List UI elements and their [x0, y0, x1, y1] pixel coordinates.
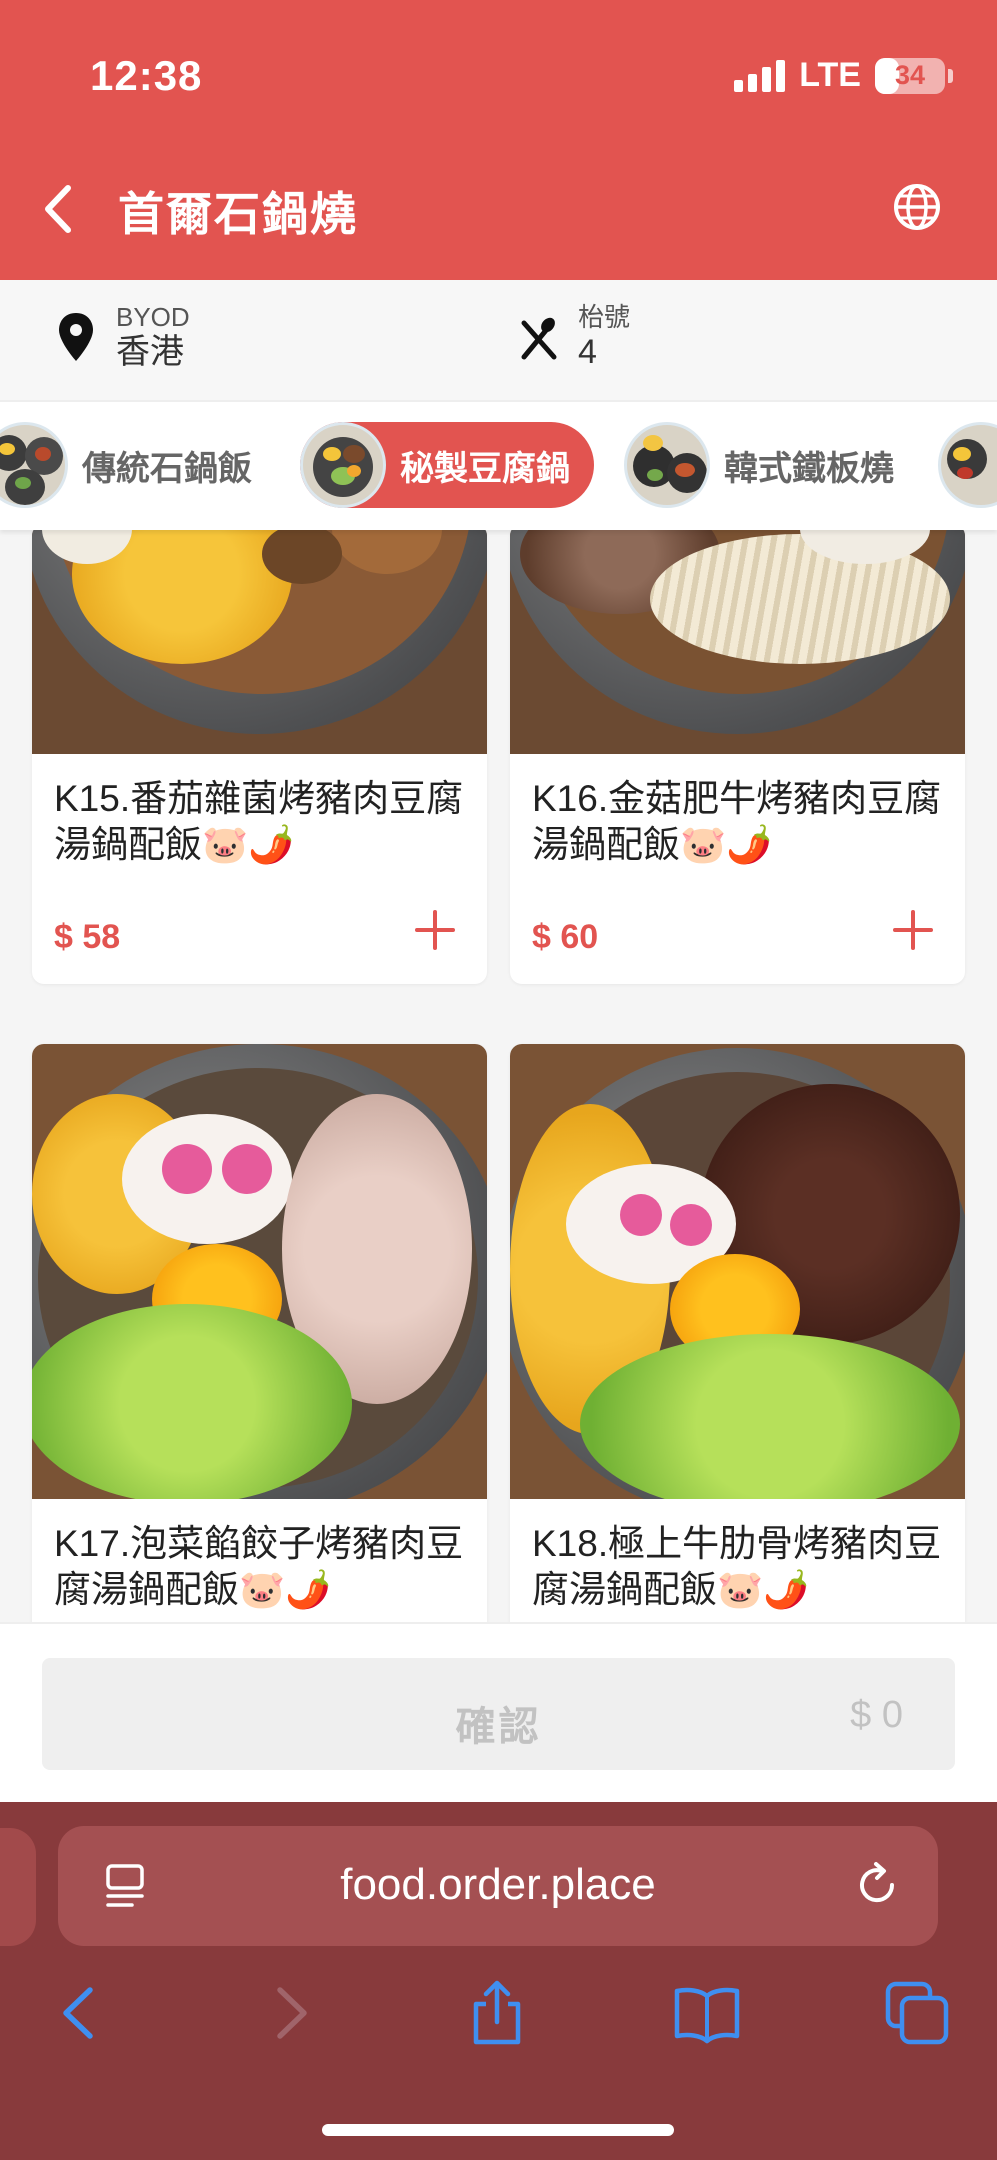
- add-to-cart-button[interactable]: [413, 908, 457, 952]
- menu-item-card[interactable]: K16.金菇肥牛烤豬肉豆腐湯鍋配飯🐷🌶️ $ 60: [510, 530, 965, 984]
- forward-arrow-icon[interactable]: [256, 1978, 326, 2048]
- menu-item-price: $ 60: [532, 918, 599, 956]
- location-name: 香港: [116, 333, 184, 371]
- home-indicator[interactable]: [322, 2124, 674, 2136]
- category-tab-traditional[interactable]: 傳統石鍋飯: [0, 422, 252, 508]
- category-thumbnail: [0, 422, 68, 508]
- browser-toolbar: food.order.place: [0, 1802, 997, 2160]
- url-text: food.order.place: [340, 1860, 656, 1909]
- menu-item-card[interactable]: K15.番茄雜菌烤豬肉豆腐湯鍋配飯🐷🌶️ $ 58: [32, 530, 487, 984]
- category-label: 秘製豆腐鍋: [400, 449, 570, 488]
- table-sub: 枱號: [578, 302, 631, 332]
- food-photo: [510, 1044, 965, 1499]
- status-time: 12:38: [90, 52, 203, 99]
- battery-percent: 34: [894, 60, 926, 90]
- address-bar[interactable]: food.order.place: [58, 1826, 938, 1946]
- category-label: 韓式鐵板燒: [724, 449, 894, 488]
- menu-item-card[interactable]: K18.極上牛肋骨烤豬肉豆腐湯鍋配飯🐷🌶️: [510, 1044, 965, 1622]
- previous-tab-edge[interactable]: [0, 1828, 36, 1946]
- menu-item-name: K16.金菇肥牛烤豬肉豆腐湯鍋配飯🐷🌶️: [532, 778, 942, 865]
- status-indicators: LTE 34: [734, 56, 953, 95]
- category-label: 傳統石鍋飯: [82, 449, 252, 488]
- globe-icon[interactable]: [892, 182, 942, 232]
- chevron-left-icon[interactable]: [38, 182, 78, 236]
- page-title: 首爾石鍋燒: [118, 188, 358, 240]
- category-thumbnail: [938, 422, 997, 508]
- network-label: LTE: [799, 56, 861, 94]
- menu-item-name: K17.泡菜餡餃子烤豬肉豆腐湯鍋配飯🐷🌶️: [54, 1523, 464, 1610]
- confirm-button[interactable]: 確認 $ 0: [42, 1658, 955, 1770]
- order-info-bar: BYOD 香港 枱號 4: [0, 280, 997, 402]
- battery-icon: 34: [875, 57, 953, 94]
- category-thumbnail: [300, 422, 386, 508]
- location-info: BYOD 香港: [56, 302, 190, 372]
- category-tab-teppanyaki[interactable]: 韓式鐵板燒: [624, 422, 894, 508]
- map-pin-icon: [59, 313, 93, 361]
- menu-item-name: K15.番茄雜菌烤豬肉豆腐湯鍋配飯🐷🌶️: [54, 778, 464, 865]
- category-thumbnail: [624, 422, 710, 508]
- utensils-icon: [521, 317, 557, 360]
- food-photo: [32, 1044, 487, 1499]
- table-number: 4: [578, 333, 597, 371]
- category-tabs: 傳統石鍋飯 秘製豆腐鍋 韓式鐵板燒: [0, 402, 997, 530]
- checkout-bar: 確認 $ 0: [0, 1622, 997, 1802]
- share-icon[interactable]: [462, 1978, 532, 2048]
- app-header: 12:38 LTE 34 首爾石鍋燒: [0, 0, 997, 280]
- add-to-cart-button[interactable]: [891, 908, 935, 952]
- reload-icon[interactable]: [852, 1860, 902, 1910]
- category-tab-more[interactable]: [938, 422, 997, 508]
- menu-item-name: K18.極上牛肋骨烤豬肉豆腐湯鍋配飯🐷🌶️: [532, 1523, 942, 1610]
- location-sub: BYOD: [116, 302, 190, 332]
- menu-item-card[interactable]: K17.泡菜餡餃子烤豬肉豆腐湯鍋配飯🐷🌶️: [32, 1044, 487, 1622]
- back-arrow-icon[interactable]: [44, 1978, 114, 2048]
- food-photo: [32, 530, 487, 754]
- signal-icon: [734, 59, 786, 92]
- menu-item-grid: K15.番茄雜菌烤豬肉豆腐湯鍋配飯🐷🌶️ $ 58 K16.金菇肥牛烤豬肉豆腐湯…: [0, 530, 997, 1622]
- food-photo: [510, 530, 965, 754]
- table-info: 枱號 4: [518, 302, 630, 372]
- bookmarks-icon[interactable]: [672, 1978, 742, 2048]
- category-tab-tofu-pot[interactable]: 秘製豆腐鍋: [300, 422, 594, 508]
- order-total: $ 0: [850, 1694, 903, 1736]
- tabs-icon[interactable]: [882, 1978, 952, 2048]
- menu-item-price: $ 58: [54, 918, 121, 956]
- confirm-label: 確認: [455, 1705, 542, 1749]
